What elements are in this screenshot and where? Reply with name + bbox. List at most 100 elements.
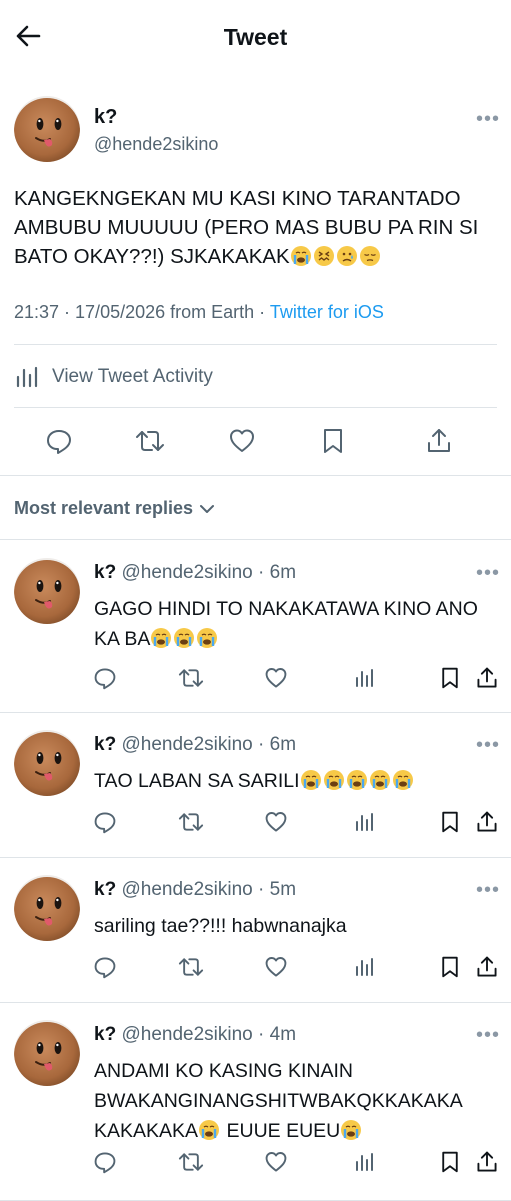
retweet-icon[interactable] [177, 953, 205, 981]
separator-dot: · [252, 1024, 270, 1045]
reply-item[interactable]: k? @hende2sikino · 6m ••• GAGO HINDI TO … [0, 540, 511, 713]
author-name[interactable]: k? [94, 106, 117, 129]
author-handle[interactable]: @hende2sikino [121, 879, 252, 900]
loudly-crying-face-icon [198, 1119, 220, 1141]
tweet-text: KANGEKNGEKAN MU KASI KINO TARANTADO AMBU… [14, 187, 479, 268]
avatar[interactable] [14, 96, 80, 162]
page-title: Tweet [223, 24, 288, 50]
reply-text-body: sariling tae??!!! habwnanajka [94, 915, 347, 937]
reply-item[interactable]: k? @hende2sikino · 5m ••• sariling tae??… [0, 857, 511, 1003]
author-handle[interactable]: @hende2sikino [121, 734, 252, 755]
more-options-icon[interactable]: ••• [476, 879, 500, 902]
reply-text-tail: EUUE EUEU [221, 1120, 341, 1142]
share-icon[interactable] [473, 953, 501, 981]
like-heart-icon[interactable] [262, 808, 290, 836]
reply-actions [0, 808, 511, 838]
like-heart-icon[interactable] [225, 424, 259, 458]
more-options-icon[interactable]: ••• [476, 734, 500, 757]
reply-time: 6m [269, 734, 297, 755]
retweet-icon[interactable] [177, 664, 205, 692]
reply-actions [0, 1148, 511, 1178]
reply-actions [0, 953, 511, 983]
reply-header: k? @hende2sikino · 4m [94, 1024, 296, 1046]
reply-icon[interactable] [91, 1148, 119, 1176]
reply-text: TAO LABAN SA SARILI [94, 766, 499, 796]
loudly-crying-face-icon [392, 769, 414, 791]
reply-text: GAGO HINDI TO NAKAKATAWA KINO ANO KA BA [94, 594, 499, 654]
more-options-icon[interactable]: ••• [476, 562, 500, 585]
avatar[interactable] [14, 875, 80, 941]
loudly-crying-face-icon [346, 769, 368, 791]
tweet-emojis [290, 245, 382, 268]
bookmark-icon[interactable] [436, 808, 464, 836]
sort-label: Most relevant replies [14, 498, 194, 518]
reply-header: k? @hende2sikino · 6m [94, 734, 296, 756]
reply-time: 4m [269, 1024, 297, 1045]
reply-text: ANDAMI KO KASING KINAIN BWAKANGINANGSHIT… [94, 1056, 499, 1146]
reply-item[interactable]: k? @hende2sikino · 6m ••• TAO LABAN SA S… [0, 712, 511, 858]
reply-icon[interactable] [42, 424, 76, 458]
reply-icon[interactable] [91, 953, 119, 981]
separator-dot: · [252, 879, 270, 900]
loudly-crying-face-icon [369, 769, 391, 791]
views-icon[interactable] [350, 664, 378, 692]
bookmark-icon[interactable] [436, 953, 464, 981]
bookmark-icon[interactable] [436, 1148, 464, 1176]
loudly-crying-face-icon [323, 769, 345, 791]
author-handle[interactable]: @hende2sikino [121, 562, 252, 583]
views-icon[interactable] [350, 953, 378, 981]
like-heart-icon[interactable] [262, 664, 290, 692]
loudly-crying-face-icon [173, 627, 195, 649]
more-options-icon[interactable]: ••• [476, 1024, 500, 1047]
sad-relieved-face-icon [336, 245, 358, 267]
reply-time: 6m [269, 562, 297, 583]
tweet-timestamp: 21:37 · 17/05/2026 from Earth · [14, 302, 270, 322]
retweet-icon[interactable] [133, 424, 167, 458]
reply-item[interactable]: k? @hende2sikino · 4m ••• ANDAMI KO KASI… [0, 1002, 511, 1201]
confounded-face-icon [313, 245, 335, 267]
loudly-crying-face-icon [340, 1119, 362, 1141]
author-name[interactable]: k? [94, 1024, 116, 1045]
pensive-face-icon [359, 245, 381, 267]
share-icon[interactable] [473, 1148, 501, 1176]
more-options-icon[interactable]: ••• [476, 108, 500, 131]
views-icon[interactable] [350, 808, 378, 836]
avatar[interactable] [14, 558, 80, 624]
author-name[interactable]: k? [94, 879, 116, 900]
chevron-down-icon [200, 504, 215, 513]
like-heart-icon[interactable] [262, 953, 290, 981]
reply-sort-dropdown[interactable]: Most relevant replies [14, 498, 215, 519]
loudly-crying-face-icon [150, 627, 172, 649]
reply-header: k? @hende2sikino · 6m [94, 562, 296, 584]
bookmark-icon[interactable] [436, 664, 464, 692]
retweet-icon[interactable] [177, 808, 205, 836]
share-icon[interactable] [422, 424, 456, 458]
reply-actions [0, 664, 511, 694]
reply-time: 5m [269, 879, 297, 900]
author-name[interactable]: k? [94, 734, 116, 755]
reply-text: sariling tae??!!! habwnanajka [94, 911, 499, 941]
share-icon[interactable] [473, 664, 501, 692]
author-handle[interactable]: @hende2sikino [121, 1024, 252, 1045]
activity-label: View Tweet Activity [52, 366, 213, 387]
share-icon[interactable] [473, 808, 501, 836]
divider [14, 407, 497, 408]
like-heart-icon[interactable] [262, 1148, 290, 1176]
loudly-crying-face-icon [290, 245, 312, 267]
bookmark-icon[interactable] [316, 424, 350, 458]
reply-icon[interactable] [91, 664, 119, 692]
views-icon[interactable] [350, 1148, 378, 1176]
tweet-actions [0, 424, 511, 460]
divider [0, 475, 511, 476]
reply-text-body: TAO LABAN SA SARILI [94, 770, 300, 792]
view-tweet-activity-button[interactable]: View Tweet Activity [14, 364, 213, 390]
author-handle[interactable]: @hende2sikino [94, 134, 218, 155]
loudly-crying-face-icon [196, 627, 218, 649]
reply-icon[interactable] [91, 808, 119, 836]
separator-dot: · [252, 562, 270, 583]
author-name[interactable]: k? [94, 562, 116, 583]
avatar[interactable] [14, 730, 80, 796]
avatar[interactable] [14, 1020, 80, 1086]
source-link[interactable]: Twitter for iOS [270, 302, 384, 322]
retweet-icon[interactable] [177, 1148, 205, 1176]
